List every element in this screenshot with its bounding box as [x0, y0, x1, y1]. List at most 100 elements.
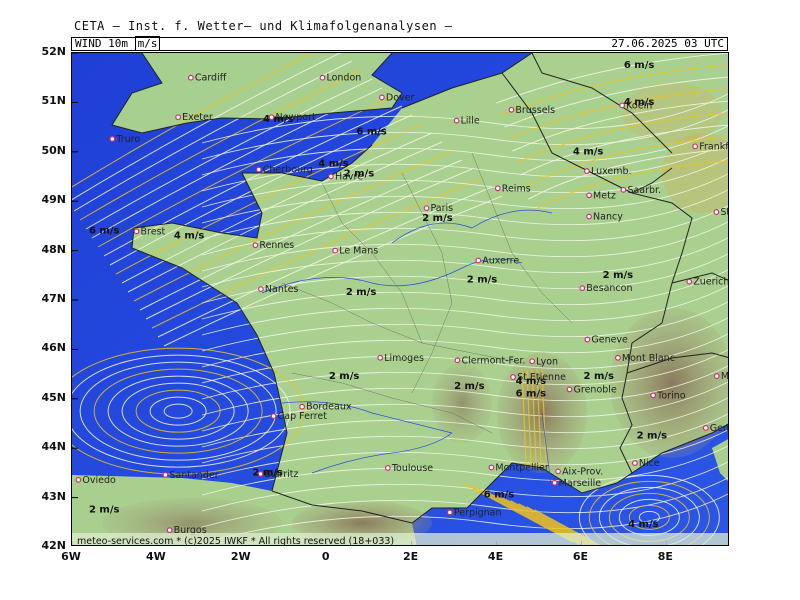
city-label: Lyon [536, 356, 558, 367]
city-dot [555, 468, 561, 475]
city-label: Grenoble [574, 384, 617, 395]
chart-header: CETA — Inst. f. Wetter— und Klimafolgena… [74, 19, 453, 33]
city-label: Oviedo [82, 475, 116, 486]
city-dot [529, 358, 536, 365]
city-marker: Saarbr. [620, 185, 661, 196]
city-label: Limoges [384, 353, 424, 364]
city-marker: Oviedo [75, 475, 116, 486]
wind-speed-label: 2 m/s [344, 169, 375, 180]
city-dot [166, 527, 173, 534]
city-marker: Cherbourg [255, 165, 313, 176]
wind-speed-label: 4 m/s [174, 230, 205, 241]
unit-box: m/s [134, 36, 161, 51]
city-dot [566, 386, 573, 393]
city-dot [713, 373, 720, 379]
city-dot [255, 166, 262, 173]
wind-speed-label: 2 m/s [467, 275, 498, 286]
city-label: Genova [710, 423, 729, 434]
wind-speed-label: 4 m/s [624, 97, 655, 108]
city-label: Reims [502, 183, 531, 194]
wind-speed-label: 4 m/s [573, 146, 604, 157]
city-marker: Cardiff [187, 73, 227, 84]
city-dot [702, 425, 709, 431]
city-marker: Toulouse [384, 463, 433, 474]
city-dot [584, 336, 591, 343]
wind-speed-label: 6 m/s [356, 127, 387, 138]
city-dot [384, 465, 391, 471]
city-marker: Marseille [551, 478, 602, 489]
city-label: Montpellier [495, 462, 548, 473]
wind-speed-label: 6 m/s [89, 225, 120, 236]
lat-label: 43N [41, 489, 66, 503]
city-label: Aix-Prov. [562, 466, 603, 477]
city-marker: Luxemb. [584, 166, 632, 177]
city-dot [620, 186, 627, 193]
lat-label: 51N [41, 94, 66, 108]
city-dot [258, 286, 264, 293]
lon-label: 4E [487, 550, 504, 563]
city-dot [586, 213, 592, 220]
city-dot [508, 106, 515, 113]
city-dot [252, 242, 259, 249]
wind-speed-label: 2 m/s [329, 371, 360, 382]
city-dot [133, 228, 140, 235]
wind-speed-label: 4 m/s [263, 114, 294, 125]
city-label: Cardiff [195, 73, 227, 84]
city-dot [586, 192, 592, 199]
city-dot [551, 479, 558, 486]
wind-speed-label: 2 m/s [637, 430, 668, 441]
city-label: Torino [656, 390, 686, 401]
city-label: Geneve [591, 335, 628, 346]
wind-speed-label: 6 m/s [516, 388, 547, 399]
city-label: Saarbr. [627, 185, 661, 196]
city-marker: Clermont-Fer. [454, 355, 525, 366]
city-dot [75, 476, 82, 483]
city-dot [162, 471, 169, 478]
city-label: Rennes [259, 240, 294, 251]
city-label: Marseille [559, 478, 602, 489]
field-bar: WIND 10m m/s 27.06.2025 03 UTC [71, 36, 728, 51]
city-dot [109, 136, 116, 142]
lat-label: 44N [41, 440, 66, 454]
wind-speed-label: 2 m/s [252, 467, 283, 478]
city-label: Nancy [593, 212, 623, 223]
city-dot [488, 464, 495, 471]
city-label: London [326, 73, 361, 84]
city-label: Nice [639, 458, 660, 469]
wind-speed-label: 2 m/s [584, 371, 615, 382]
lat-label: 48N [41, 242, 66, 256]
wind-speed-label: 4 m/s [516, 376, 547, 387]
city-label: Luxemb. [591, 166, 632, 177]
city-marker: Exeter [175, 112, 213, 123]
city-marker: Geneve [584, 335, 628, 346]
city-marker: Nancy [586, 212, 623, 223]
city-marker: Aix-Prov. [555, 466, 603, 477]
city-dot [494, 185, 501, 192]
city-label: Perpignan [454, 507, 502, 518]
city-marker: Cap Ferret [270, 411, 328, 422]
city-dot [319, 74, 326, 81]
wind-speed-label: 2 m/s [422, 213, 453, 224]
city-label: Lille [461, 116, 480, 127]
city-dot [713, 209, 720, 215]
city-dot [378, 94, 385, 101]
city-marker: Grenoble [566, 384, 617, 395]
city-dot [579, 285, 586, 292]
city-dot [377, 354, 384, 361]
wind-speed-label: 2 m/s [603, 270, 634, 281]
city-dot [270, 413, 277, 419]
city-marker: Besancon [579, 283, 632, 294]
wind-speed-label: 2 m/s [346, 287, 377, 298]
city-dot [692, 143, 699, 150]
city-marker: Limoges [377, 353, 424, 364]
copyright-credit: meteo-services.com * (c)2025 IWKF * All … [77, 536, 394, 546]
wind-speed-label: 4 m/s [628, 519, 659, 530]
city-marker: Frankfurt [692, 141, 728, 152]
city-dot [632, 460, 638, 466]
city-dot [423, 205, 430, 212]
city-marker: Brussels [508, 105, 555, 116]
city-label: Dover [386, 92, 415, 103]
lon-label: 4W [145, 550, 166, 563]
city-label: Cap Ferret [278, 411, 328, 422]
city-marker: Rennes [252, 240, 294, 251]
